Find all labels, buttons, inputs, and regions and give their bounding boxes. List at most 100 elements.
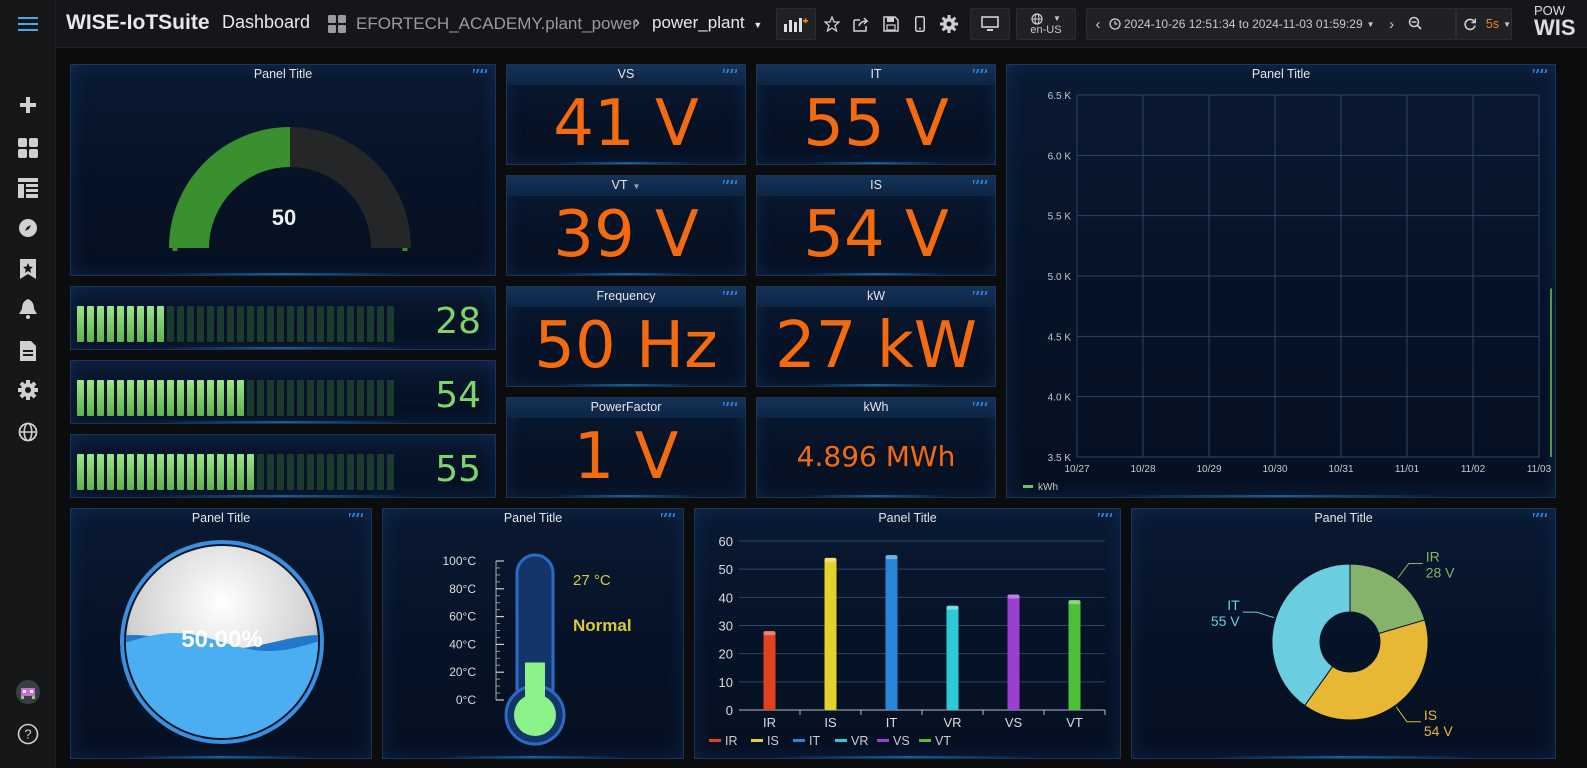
x-tick-label: 10/31 [1328,464,1353,475]
bell-icon[interactable] [16,297,40,321]
lcd-segment [277,380,284,416]
bar [1068,600,1081,710]
lcd-segment [117,454,124,490]
explore-icon[interactable] [16,216,40,240]
bookmark-icon[interactable] [16,257,40,281]
y-tick-label: 60 [719,534,733,549]
y-tick-label: 0 [726,703,733,718]
lcd-segment [337,380,344,416]
time-back-button[interactable]: ‹ [1087,16,1109,33]
lcd-segment [317,454,324,490]
lcd-segment [357,306,364,342]
y-tick-label: 5.0 K [1048,272,1072,283]
lcd-segment [137,380,144,416]
save-button[interactable] [877,8,905,40]
bar-gauge-value: 55 [435,449,481,490]
lcd-segment [307,454,314,490]
dashboard-grid-icon [328,15,346,38]
bar-highlight [824,557,837,562]
settings-button[interactable] [934,8,964,40]
lcd-segment [177,454,184,490]
x-tick-label: IT [886,715,898,730]
stat-title[interactable]: kWh [757,400,995,414]
legend-swatch [919,739,931,742]
gear-icon[interactable] [16,378,40,402]
help-icon[interactable]: ? [16,722,40,746]
tv-mode-button[interactable] [970,8,1010,40]
stat-panel: IT 55 V [756,64,996,165]
x-tick-label: 11/01 [1395,464,1420,475]
user-avatar[interactable] [16,680,40,704]
slice-name: IS [1424,707,1437,723]
stat-value: 1 V [573,420,679,494]
stat-title[interactable]: IT [757,67,995,81]
lcd-segment [257,454,264,490]
section-title[interactable]: Dashboard [222,12,310,33]
lcd-segment [287,454,294,490]
lcd-segment [367,454,374,490]
legend-swatch [793,739,805,742]
stat-title[interactable]: VS [507,67,745,81]
lcd-segment [247,380,254,416]
refresh-picker[interactable]: 5s ▼ [1456,8,1512,40]
gauge-value: 50 [271,205,297,230]
legend-swatch [835,739,847,742]
share-icon [853,17,869,32]
stat-title[interactable]: IS [757,178,995,192]
y-tick-label: 10 [719,675,733,690]
bar-gauge-panel: 55 [70,434,496,498]
legend-swatch [751,739,763,742]
refresh-icon [1464,18,1476,31]
legend-label: IR [725,734,738,748]
label-leader [1397,563,1423,579]
share-button[interactable] [847,8,875,40]
lcd-bar [77,306,394,342]
brand-title[interactable]: WISE-IoTSuite [66,11,210,35]
locale-selector[interactable]: ▼ en-US [1016,8,1076,40]
lcd-segment [167,306,174,342]
bar-chart-panel: Panel Title 0 10 20 30 40 50 60 IR IR IS IS IT IT VR V… [694,508,1121,759]
time-picker[interactable]: ‹ 2024-10-26 12:51:34 to 2024-11-03 01:5… [1086,8,1456,40]
add-panel-button[interactable] [776,8,816,40]
bar-gauge-panel: 28 [70,286,496,350]
lcd-segment [217,306,224,342]
caret-down-icon: ▼ [1366,19,1375,29]
x-tick-label: VT [1066,715,1083,730]
thermometer-gauge: 100°C 80°C 60°C 40°C 20°C 0°C 27 °C Normal [443,553,632,746]
x-tick-label: VS [1005,715,1023,730]
stat-title[interactable]: PowerFactor [507,400,745,414]
legend-label: kWh [1038,482,1058,493]
zoom-out-button[interactable] [1403,16,1427,33]
caret-down-icon: ▼ [1503,19,1511,29]
stat-title[interactable]: Frequency [507,289,745,303]
layout-icon[interactable] [16,176,40,200]
gauge-chart [169,127,411,252]
lcd-segment [347,380,354,416]
lcd-segment [247,454,254,490]
stat-title[interactable]: VT ▼ [507,178,745,192]
add-icon[interactable] [16,93,40,117]
legend-swatch [1023,485,1033,488]
mobile-view-button[interactable] [907,8,933,40]
hamburger-menu-icon[interactable] [16,12,40,36]
time-forward-button[interactable]: › [1381,16,1403,33]
breadcrumb-folder[interactable]: EFORTECH_ACADEMY.plant_power [356,14,638,34]
document-icon[interactable] [16,339,40,363]
lcd-segment [357,380,364,416]
stat-title[interactable]: kW [757,289,995,303]
temperature-status: Normal [573,616,632,635]
dashboard-picker[interactable]: power_plant ▼ [652,13,762,33]
save-icon [883,16,899,32]
y-tick-label: 4.5 K [1048,332,1072,343]
y-tick-label: 40 [719,590,733,605]
slice-value: 28 V [1426,565,1455,581]
globe-icon[interactable] [16,420,40,444]
star-button[interactable] [818,8,846,40]
dashboard-name: power_plant [652,13,745,32]
stat-value: 54 V [803,198,949,272]
bar [763,631,776,710]
label-leader [1242,611,1274,619]
x-tick-label: 10/28 [1130,464,1155,475]
lcd-segment [267,380,274,416]
dashboards-icon[interactable] [16,136,40,160]
